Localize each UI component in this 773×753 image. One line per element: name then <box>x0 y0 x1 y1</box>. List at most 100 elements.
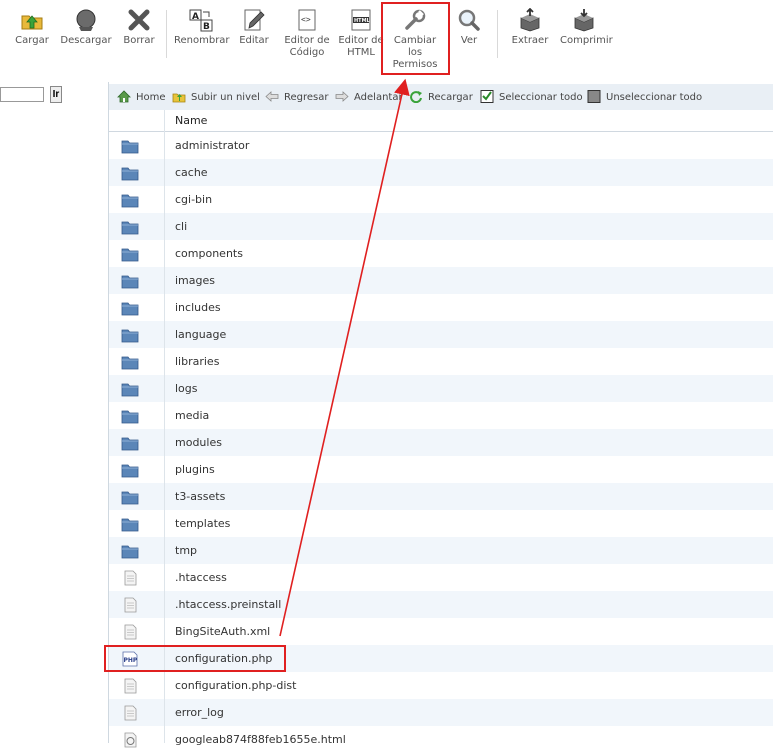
file-name[interactable]: t3-assets <box>175 490 225 503</box>
svg-text:<>: <> <box>301 15 311 24</box>
back-link[interactable]: Regresar <box>265 90 329 103</box>
upload-label: Cargar <box>15 35 49 46</box>
file-name[interactable]: language <box>175 328 226 341</box>
folder-icon <box>121 329 139 343</box>
file-name[interactable]: includes <box>175 301 221 314</box>
edit-label: Editar <box>239 35 269 46</box>
table-row[interactable]: templates <box>109 510 773 537</box>
file-name[interactable]: components <box>175 247 243 260</box>
table-row[interactable]: administrator <box>109 132 773 159</box>
table-row[interactable]: cgi-bin <box>109 186 773 213</box>
html-editor-icon: HTML <box>351 9 371 31</box>
folder-icon <box>121 302 139 316</box>
table-row[interactable]: images <box>109 267 773 294</box>
html-editor-button[interactable]: HTML Editor de HTML <box>338 8 384 59</box>
table-row[interactable]: plugins <box>109 456 773 483</box>
file-name[interactable]: BingSiteAuth.xml <box>175 625 270 638</box>
file-name[interactable]: googleab874f88feb1655e.html <box>175 733 346 746</box>
table-row[interactable]: BingSiteAuth.xml <box>109 618 773 645</box>
folder-icon <box>121 275 139 289</box>
code-editor-button[interactable]: <> Editor de Código <box>283 8 331 59</box>
folder-icon <box>121 518 139 532</box>
file-name[interactable]: plugins <box>175 463 215 476</box>
up-level-label: Subir un nivel <box>191 92 260 103</box>
file-name[interactable]: logs <box>175 382 198 395</box>
edit-icon <box>244 9 265 31</box>
reload-icon <box>410 91 422 103</box>
file-name[interactable]: media <box>175 409 209 422</box>
file-name[interactable]: configuration.php-dist <box>175 679 296 692</box>
table-row[interactable]: includes <box>109 294 773 321</box>
file-name[interactable]: cache <box>175 166 208 179</box>
folder-up-icon <box>172 93 186 103</box>
extract-icon <box>520 8 540 32</box>
file-name[interactable]: .htaccess <box>175 571 227 584</box>
download-label: Descargar <box>60 35 112 46</box>
upload-icon <box>21 15 43 30</box>
compress-icon <box>574 9 594 32</box>
toolbar: Cargar Descargar Borrar A B Renombrar Ed… <box>0 0 773 82</box>
home-link[interactable]: Home <box>117 90 166 103</box>
table-row[interactable]: .htaccess <box>109 564 773 591</box>
file-name[interactable]: cgi-bin <box>175 193 212 206</box>
upload-button[interactable]: Cargar <box>14 8 50 47</box>
table-row[interactable]: googleab874f88feb1655e.html <box>109 726 773 753</box>
folder-icon <box>121 491 139 505</box>
folder-icon <box>121 383 139 397</box>
back-label: Regresar <box>284 92 329 103</box>
table-row[interactable]: modules <box>109 429 773 456</box>
folder-tree-panel <box>0 82 109 743</box>
html-editor-label-1: Editor de <box>338 35 384 46</box>
file-name[interactable]: modules <box>175 436 222 449</box>
file-name[interactable]: administrator <box>175 139 249 152</box>
navigation-bar: Home Subir un nivel Regresar Adelantar R… <box>109 84 773 111</box>
path-input[interactable] <box>0 87 44 102</box>
name-column-header[interactable]: Name <box>175 114 207 127</box>
table-row[interactable]: tmp <box>109 537 773 564</box>
table-row[interactable]: language <box>109 321 773 348</box>
table-row[interactable]: .htaccess.preinstall <box>109 591 773 618</box>
delete-button[interactable]: Borrar <box>122 8 156 47</box>
table-row[interactable]: components <box>109 240 773 267</box>
file-icon <box>124 624 137 640</box>
download-icon <box>76 9 96 31</box>
table-row[interactable]: t3-assets <box>109 483 773 510</box>
table-row[interactable]: media <box>109 402 773 429</box>
table-row[interactable]: libraries <box>109 348 773 375</box>
file-name[interactable]: error_log <box>175 706 224 719</box>
rename-button[interactable]: A B Renombrar <box>174 8 230 47</box>
folder-icon <box>121 437 139 451</box>
table-row[interactable]: error_log <box>109 699 773 726</box>
view-button[interactable]: Ver <box>456 8 482 47</box>
extract-button[interactable]: Extraer <box>510 8 550 47</box>
download-button[interactable]: Descargar <box>60 8 112 47</box>
reload-link[interactable]: Recargar <box>409 90 473 103</box>
code-editor-icon: <> <box>298 9 316 31</box>
file-name[interactable]: .htaccess.preinstall <box>175 598 281 611</box>
file-name[interactable]: images <box>175 274 215 287</box>
table-row[interactable]: logs <box>109 375 773 402</box>
file-name[interactable]: templates <box>175 517 230 530</box>
table-row[interactable]: cli <box>109 213 773 240</box>
select-all-link[interactable]: Seleccionar todo <box>480 90 583 103</box>
file-name[interactable]: cli <box>175 220 187 233</box>
folder-icon <box>121 248 139 262</box>
compress-button[interactable]: Comprimir <box>560 8 613 47</box>
table-row[interactable]: cache <box>109 159 773 186</box>
unselect-all-link[interactable]: Unseleccionar todo <box>587 90 702 103</box>
table-row[interactable]: configuration.php-dist <box>109 672 773 699</box>
unselect-all-label: Unseleccionar todo <box>606 92 703 103</box>
go-button[interactable]: Ir <box>50 86 62 103</box>
forward-link[interactable]: Adelantar <box>335 90 403 103</box>
up-level-link[interactable]: Subir un nivel <box>172 90 260 103</box>
file-name[interactable]: tmp <box>175 544 197 557</box>
arrow-left-icon <box>265 91 279 102</box>
edit-button[interactable]: Editar <box>236 8 272 47</box>
toolbar-separator <box>166 10 167 58</box>
file-name[interactable]: libraries <box>175 355 219 368</box>
file-icon <box>124 597 137 613</box>
view-label: Ver <box>460 35 478 46</box>
folder-icon <box>121 140 139 154</box>
folder-icon <box>121 410 139 424</box>
code-editor-label-2: Código <box>289 47 325 58</box>
